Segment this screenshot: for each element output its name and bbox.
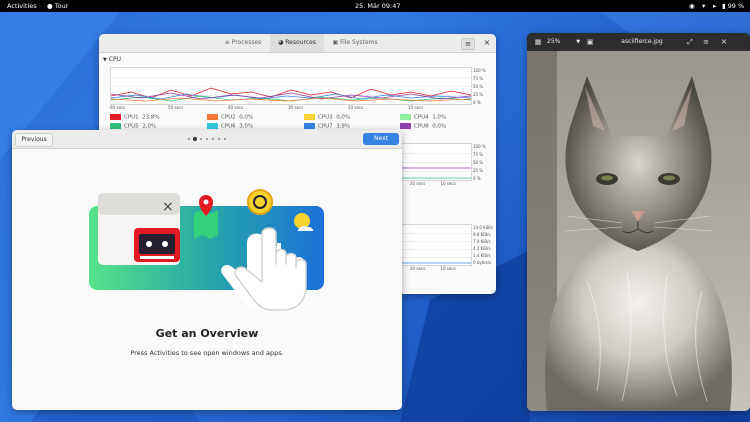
hamburger-icon: ≡ bbox=[465, 40, 471, 48]
tab-processes[interactable]: ≡ Processes bbox=[217, 34, 269, 52]
cpu-legend-7: CPU7 3,9% bbox=[304, 123, 404, 130]
battery-icon: ▮ bbox=[722, 2, 726, 10]
close-icon: × bbox=[483, 38, 491, 47]
header-bar: ≡ Processes ◕ Resources ▣ File Systems ≡… bbox=[99, 34, 496, 53]
cpu-legend-3: CPU3 0,0% bbox=[304, 114, 404, 121]
color-swatch[interactable] bbox=[207, 114, 218, 120]
memory-y-axis: 100 % 75 % 50 % 25 % 0 % bbox=[473, 144, 486, 181]
hamburger-icon: ≡ bbox=[703, 38, 709, 46]
menu-button[interactable]: ≡ bbox=[461, 38, 475, 50]
page-dot[interactable] bbox=[200, 138, 202, 140]
volume-icon[interactable]: ▸ bbox=[713, 0, 716, 12]
color-swatch[interactable] bbox=[110, 114, 121, 120]
gallery-icon: ▦ bbox=[534, 38, 542, 46]
cpu-legend-6: CPU6 3,0% bbox=[207, 123, 307, 130]
page-dot[interactable] bbox=[218, 138, 220, 140]
cpu-lines bbox=[111, 87, 471, 102]
cpu-legend-1: CPU1 23,8% bbox=[110, 114, 210, 121]
close-icon: × bbox=[720, 37, 728, 46]
color-swatch[interactable] bbox=[304, 114, 315, 120]
image-viewer-window: ▦ 25% ▼ ▣ asciifierce.jpg ⤢ ≡ × bbox=[527, 33, 750, 411]
cpu-history-graph bbox=[110, 67, 472, 105]
cpu-y-axis: 100 % 75 % 50 % 25 % 0 % bbox=[473, 68, 486, 105]
image-filename: asciifierce.jpg bbox=[621, 38, 663, 45]
page-dot-active[interactable] bbox=[193, 137, 197, 141]
color-swatch[interactable] bbox=[400, 114, 411, 120]
zoom-selector[interactable]: 25% ▼ bbox=[547, 33, 580, 51]
cpu-legend-8: CPU8 0,0% bbox=[400, 123, 496, 130]
app-menu[interactable]: ● Tour bbox=[47, 0, 68, 12]
tab-resources[interactable]: ◕ Resources bbox=[270, 34, 324, 52]
fullscreen-button[interactable]: ⤢ bbox=[685, 37, 695, 47]
memory-x-axis: 20 secs 10 secs bbox=[410, 181, 456, 186]
color-swatch[interactable] bbox=[400, 123, 411, 129]
lightbulb-icon: ● bbox=[47, 2, 53, 10]
network-y-axis: 14.0 KiB/s 9.8 KiB/s 7.0 KiB/s 4.2 KiB/s 1.4… bbox=[473, 225, 494, 265]
page-dot[interactable] bbox=[188, 138, 190, 140]
page-indicator bbox=[188, 137, 230, 141]
viewer-header-bar: ▦ 25% ▼ ▣ asciifierce.jpg ⤢ ≡ × bbox=[527, 33, 750, 52]
fullscreen-icon: ⤢ bbox=[687, 38, 693, 46]
cpu-section-header[interactable]: ▼ CPU bbox=[103, 56, 121, 63]
processes-icon: ≡ bbox=[224, 39, 230, 46]
cat-photo bbox=[527, 51, 750, 411]
tour-header-bar: Previous Next bbox=[12, 130, 402, 149]
battery-indicator[interactable]: ▮ 99 % bbox=[722, 0, 744, 12]
cpu-legend-5: CPU5 2,0% bbox=[110, 123, 210, 130]
gallery-button[interactable]: ▦ bbox=[533, 37, 543, 47]
chevron-down-icon: ▼ bbox=[576, 39, 581, 45]
tour-window: Previous Next × Get an Overview Press Ac… bbox=[12, 130, 402, 410]
color-swatch[interactable] bbox=[207, 123, 218, 129]
clock[interactable]: 25. Mär 09:47 bbox=[355, 0, 400, 12]
top-bar: Activities ● Tour 25. Mär 09:47 ◉ ▾ ▸ ▮ … bbox=[0, 0, 750, 12]
menu-button[interactable]: ≡ bbox=[701, 37, 711, 47]
color-swatch[interactable] bbox=[110, 123, 121, 129]
next-button[interactable]: Next bbox=[363, 133, 399, 145]
close-button[interactable]: × bbox=[719, 37, 729, 47]
chevron-down-icon: ▼ bbox=[103, 57, 107, 63]
cpu-legend-4: CPU4 1,0% bbox=[400, 114, 496, 121]
accessibility-icon[interactable]: ◉ bbox=[689, 0, 695, 12]
color-swatch[interactable] bbox=[304, 123, 315, 129]
tour-description: Press Activities to see open windows and… bbox=[130, 349, 284, 357]
previous-button[interactable]: Previous bbox=[15, 133, 53, 147]
page-dot[interactable] bbox=[224, 138, 226, 140]
pointer-hand-icon bbox=[234, 227, 307, 311]
network-x-axis: 20 secs 10 secs bbox=[410, 266, 456, 271]
activities-button[interactable]: Activities bbox=[7, 0, 37, 12]
rotate-button[interactable]: ▣ bbox=[585, 37, 595, 47]
tour-title: Get an Overview bbox=[155, 327, 259, 340]
page-dot[interactable] bbox=[212, 138, 214, 140]
cpu-legend-2: CPU2 0,0% bbox=[207, 114, 307, 121]
tab-file-systems[interactable]: ▣ File Systems bbox=[325, 34, 385, 52]
gauge-icon: ◕ bbox=[278, 39, 284, 46]
page-dot[interactable] bbox=[206, 138, 208, 140]
wifi-icon[interactable]: ▾ bbox=[702, 0, 705, 12]
svg-text:×: × bbox=[162, 199, 174, 215]
close-button[interactable]: × bbox=[482, 38, 492, 48]
rotate-icon: ▣ bbox=[586, 38, 594, 46]
drive-icon: ▣ bbox=[332, 39, 339, 46]
